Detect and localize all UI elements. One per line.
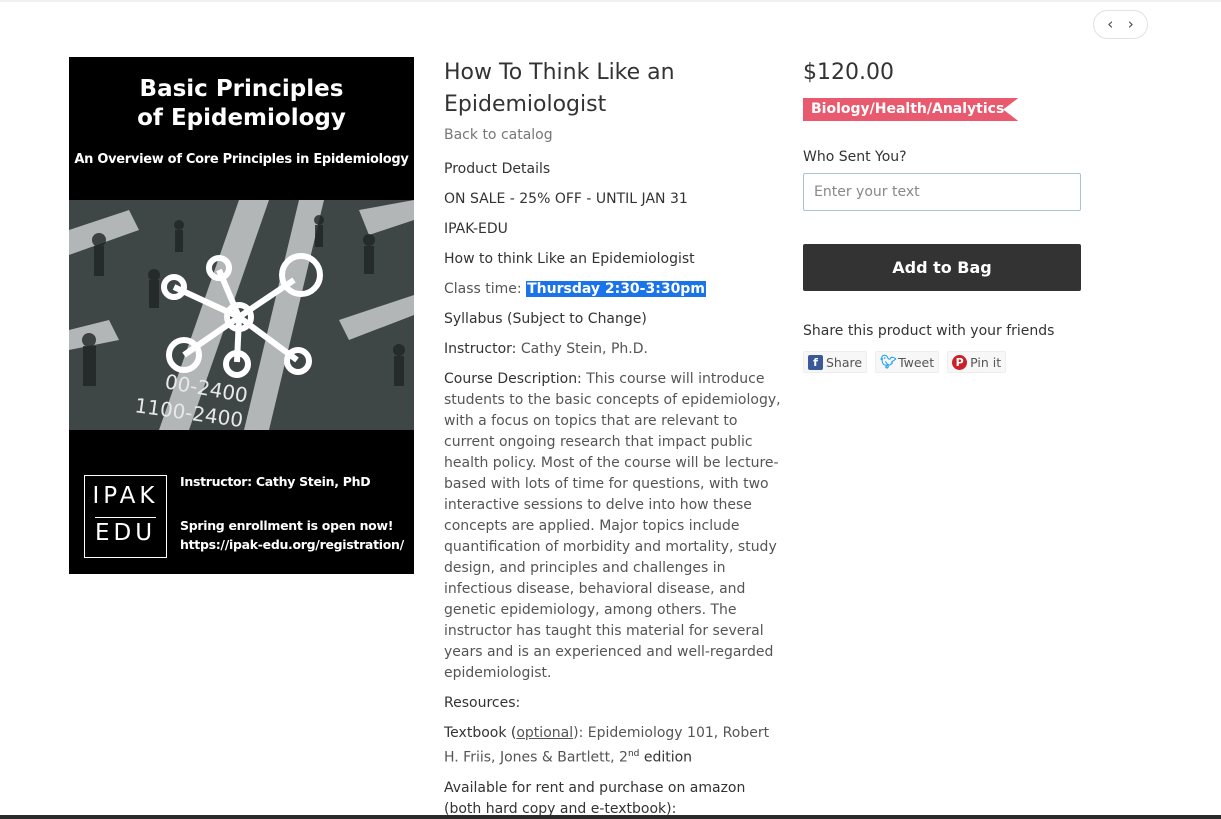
pinterest-pin-button[interactable]: P Pin it xyxy=(947,351,1007,373)
instructor-line: Instructor: Cathy Stein, Ph.D. xyxy=(444,339,784,360)
available-line: Available for rent and purchase on amazo… xyxy=(444,779,746,817)
details-heading: Product Details xyxy=(444,161,551,177)
facebook-share-button[interactable]: f Share xyxy=(803,351,868,373)
logo-line2: EDU xyxy=(94,520,157,546)
who-sent-you-label: Who Sent You? xyxy=(803,149,907,165)
course-description: Course Description: This course will int… xyxy=(444,369,784,684)
instructor-label: Instructor: xyxy=(444,341,521,357)
share-buttons: f Share 🐦︎ Tweet P Pin it xyxy=(803,351,1007,373)
org-line: IPAK-EDU xyxy=(444,221,508,237)
poster-title-line2: of Epidemiology xyxy=(137,105,346,131)
class-time-line: Class time: Thursday 2:30-3:30pm xyxy=(444,279,784,300)
course-name-line: How to think Like an Epidemiologist xyxy=(444,251,695,267)
bottom-border xyxy=(0,815,1221,819)
course-description-text: This course will introduce students to t… xyxy=(444,371,781,681)
pinterest-pin-label: Pin it xyxy=(970,354,1002,370)
logo-divider xyxy=(95,517,156,518)
twitter-tweet-button[interactable]: 🐦︎ Tweet xyxy=(875,351,940,373)
logo-line1: IPAK xyxy=(92,483,159,509)
poster-title: Basic Principles of Epidemiology xyxy=(69,75,414,133)
category-tag[interactable]: Biology/Health/Analytics xyxy=(803,98,1019,121)
share-label: Share this product with your friends xyxy=(803,323,1055,339)
class-time-label: Class time: xyxy=(444,281,527,297)
add-to-bag-button[interactable]: Add to Bag xyxy=(803,244,1081,291)
facebook-share-label: Share xyxy=(826,354,863,370)
product-image[interactable]: Basic Principles of Epidemiology An Over… xyxy=(69,57,414,574)
top-border xyxy=(0,0,1221,2)
chevron-left-icon[interactable]: ‹ xyxy=(1107,17,1113,32)
chevron-right-icon[interactable]: › xyxy=(1128,17,1134,32)
poster-enroll: Spring enrollment is open now! https://i… xyxy=(180,516,404,554)
syllabus-line: Syllabus (Subject to Change) xyxy=(444,311,647,327)
crosswalk-network-illustration: 00-2400 1100-2400 xyxy=(69,200,414,430)
poster-enroll-line1: Spring enrollment is open now! xyxy=(180,518,394,533)
poster-photo: 00-2400 1100-2400 xyxy=(69,200,414,430)
sale-line: ON SALE - 25% OFF - UNTIL JAN 31 xyxy=(444,191,688,207)
product-price: $120.00 xyxy=(803,60,894,85)
textbook-close: ): xyxy=(573,725,588,741)
facebook-icon: f xyxy=(808,354,823,370)
textbook-optional: optional xyxy=(516,725,574,741)
textbook-edition: edition xyxy=(639,749,693,766)
back-to-catalog-link[interactable]: Back to catalog xyxy=(444,127,784,143)
product-pager: ‹ › xyxy=(1093,10,1148,39)
poster-instructor: Instructor: Cathy Stein, PhD xyxy=(180,474,371,489)
twitter-tweet-label: Tweet xyxy=(898,354,935,370)
class-time-value: Thursday 2:30-3:30pm xyxy=(526,281,706,297)
poster-enroll-url: https://ipak-edu.org/registration/ xyxy=(180,537,404,552)
product-title: How To Think Like an Epidemiologist xyxy=(444,60,675,117)
instructor-value: Cathy Stein, Ph.D. xyxy=(520,341,648,357)
textbook-sup: nd xyxy=(627,749,640,759)
product-details-column: How To Think Like an Epidemiologist Back… xyxy=(444,57,784,819)
textbook-line: Textbook (optional): Epidemiology 101, R… xyxy=(444,723,784,769)
poster-title-line1: Basic Principles xyxy=(139,76,344,102)
ipak-edu-logo: IPAK EDU xyxy=(84,475,167,558)
resources-heading: Resources: xyxy=(444,695,521,711)
poster-subtitle: An Overview of Core Principles in Epidem… xyxy=(74,152,409,167)
twitter-icon: 🐦︎ xyxy=(880,354,897,370)
poster-footer: IPAK EDU Instructor: Cathy Stein, PhD Sp… xyxy=(69,430,414,574)
textbook-label: Textbook ( xyxy=(444,725,517,741)
who-sent-you-input[interactable] xyxy=(803,173,1081,211)
course-description-label: Course Description: xyxy=(444,371,582,387)
pinterest-icon: P xyxy=(952,354,968,370)
